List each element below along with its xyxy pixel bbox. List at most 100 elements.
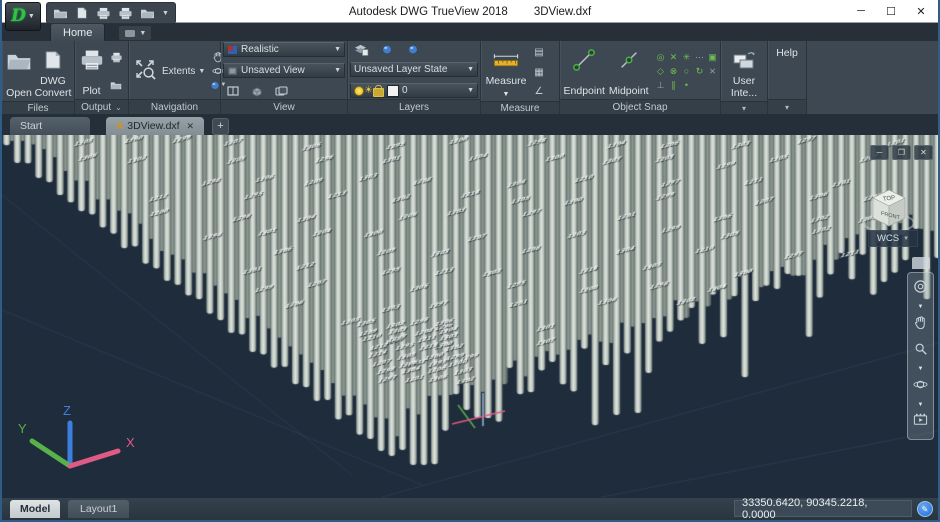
layer-dropdown[interactable]: ☀ 0 ▼ (350, 83, 478, 98)
quick-select-icon[interactable]: ▤ (531, 46, 547, 60)
object-snap-grid: ◎✕✳⋯▣ ◇⊗○↻⨯ ⊥∥• (651, 43, 718, 99)
drawing-viewport[interactable]: ─ ❐ ✕ TOP FRONT WCS ▼ ▼ ▼ ▼ (2, 135, 938, 498)
batch-plot-icon[interactable] (108, 50, 124, 64)
named-views-icon[interactable] (273, 84, 289, 98)
list-icon[interactable]: ▦ (531, 65, 547, 79)
visual-style-dropdown[interactable]: Realistic ▼ (223, 42, 345, 57)
open-icon (6, 45, 32, 75)
model-tab[interactable]: Model (10, 500, 60, 518)
tab-3dview-dxf[interactable]: A 3DView.dxf ✕ (106, 117, 204, 135)
pan-icon[interactable] (913, 315, 928, 335)
layer-isolate-icon[interactable] (379, 42, 395, 56)
zoom-icon[interactable] (914, 342, 928, 361)
visual-styles-cube-icon[interactable] (249, 84, 265, 98)
center-snap-icon[interactable]: ◎ (655, 51, 666, 64)
chevron-down-icon: ▼ (334, 46, 341, 53)
current-layer-value: 0 (402, 85, 464, 96)
midpoint-button[interactable]: Midpoint (607, 43, 652, 99)
customization-button[interactable]: ✎ (917, 501, 933, 517)
chevron-down-icon: ▼ (467, 66, 474, 73)
user-interface-label: User Inte... (724, 75, 764, 99)
showmotion-icon[interactable] (913, 413, 928, 433)
plot-preview-icon[interactable] (118, 7, 133, 20)
tangent-snap-icon[interactable]: ○ (681, 65, 692, 78)
endpoint-snap-icon (572, 45, 596, 75)
publish-icon[interactable] (140, 7, 155, 19)
view-caption: View (221, 99, 347, 114)
intersection-snap-icon[interactable]: ✕ (668, 51, 679, 64)
help-button[interactable]: Help (775, 43, 799, 99)
user-interface-icon (731, 45, 757, 75)
ribbon-display-toggle[interactable]: ▼ (119, 26, 151, 40)
ribbon-empty-space (807, 41, 938, 114)
node-snap-icon[interactable]: ⊗ (668, 65, 679, 78)
measure-button[interactable]: Measure ▼ (483, 43, 529, 101)
user-interface-button[interactable]: User Inte... (723, 43, 765, 101)
endpoint-button[interactable]: Endpoint (562, 43, 607, 99)
plot-icon[interactable] (96, 7, 111, 20)
layer-state-value: Unsaved Layer State (354, 64, 464, 75)
parallel-snap-icon[interactable]: ∥ (668, 79, 679, 92)
midpoint-label: Midpoint (609, 85, 649, 97)
close-tab-icon[interactable]: ✕ (186, 121, 194, 132)
extension-snap-icon[interactable]: ⋯ (694, 51, 705, 64)
open-icon[interactable] (53, 7, 68, 19)
customize-dropdown-icon[interactable]: ▼ (162, 10, 169, 17)
wcs-selector[interactable]: WCS ▼ (868, 230, 918, 247)
chevron-down-icon: ▼ (198, 68, 205, 75)
chevron-down-icon: ▼ (903, 236, 909, 242)
navbar-handle[interactable] (912, 257, 930, 269)
mid-between-snap-icon[interactable]: ↻ (694, 65, 705, 78)
maximize-button[interactable]: ☐ (876, 0, 906, 22)
chevron-down-icon[interactable]: ▾ (785, 103, 789, 112)
layer-unisolate-icon[interactable] (405, 42, 421, 56)
viewport-close-icon[interactable]: ✕ (914, 145, 933, 160)
snap-settings-icon[interactable]: • (681, 79, 692, 92)
navigation-wheel-icon[interactable] (913, 279, 928, 299)
open-label: Open (6, 87, 32, 99)
dialog-launcher-icon[interactable]: ⌄ (115, 103, 122, 112)
open-button[interactable]: Open (4, 43, 34, 101)
measure-label: Measure (486, 75, 527, 87)
layer-state-dropdown[interactable]: Unsaved Layer State ▼ (350, 62, 478, 77)
nearest-snap-icon[interactable]: ⨯ (707, 65, 718, 78)
perpendicular-snap-icon[interactable]: ⊥ (655, 79, 666, 92)
viewport-minimize-icon[interactable]: ─ (870, 145, 889, 160)
help-label: Help (776, 47, 798, 59)
named-view-dropdown[interactable]: Unsaved View ▼ (223, 63, 345, 78)
named-view-value: Unsaved View (241, 65, 331, 76)
dwg-convert-icon[interactable] (75, 7, 89, 19)
object-snap-caption: Object Snap (560, 99, 720, 114)
chevron-down-icon[interactable]: ▼ (918, 404, 924, 406)
panel-object-snap: Endpoint Midpoint ◎✕✳⋯▣ ◇⊗○↻⨯ ⊥∥• Object S… (560, 41, 721, 114)
minimize-button[interactable]: ─ (846, 0, 876, 22)
chevron-down-icon[interactable]: ▼ (918, 368, 924, 370)
apparent-intersection-snap-icon[interactable]: ✳ (681, 51, 692, 64)
quadrant-snap-icon[interactable]: ◇ (655, 65, 666, 78)
application-menu-button[interactable]: D ▼ (5, 2, 41, 31)
orbit-icon[interactable] (913, 377, 928, 397)
tab-start[interactable]: Start (10, 117, 90, 135)
viewport-restore-icon[interactable]: ❐ (892, 145, 911, 160)
panel-navigation: Extents ▼ ▼ Navigation (129, 41, 221, 114)
coordinates-readout: 33350.6420, 90345.2218, 0.0000 (734, 500, 912, 517)
chevron-down-icon[interactable]: ▾ (742, 104, 746, 113)
layer-states-icon[interactable] (353, 42, 369, 56)
layers-caption: Layers (348, 99, 480, 114)
viewport-controls: ─ ❐ ✕ (870, 145, 933, 160)
close-button[interactable]: ✕ (906, 0, 936, 22)
layout1-tab[interactable]: Layout1 (68, 500, 129, 518)
viewport-config-icon[interactable] (225, 84, 241, 98)
dwg-convert-button[interactable]: DWG Convert (34, 43, 72, 101)
tab-home[interactable]: Home (50, 23, 105, 41)
new-tab-button[interactable]: + (212, 118, 229, 135)
drawing-file-icon: A (116, 121, 123, 132)
viewcube[interactable]: TOP FRONT (862, 183, 918, 235)
zoom-extents-icon[interactable] (133, 57, 157, 86)
preview-icon[interactable] (108, 78, 124, 92)
plot-button[interactable]: Plot (77, 43, 106, 99)
area-icon[interactable]: ∠ (531, 84, 547, 98)
chevron-down-icon[interactable]: ▼ (918, 306, 924, 308)
extents-dropdown[interactable]: Extents ▼ (159, 64, 208, 79)
insertion-snap-icon[interactable]: ▣ (707, 51, 718, 64)
